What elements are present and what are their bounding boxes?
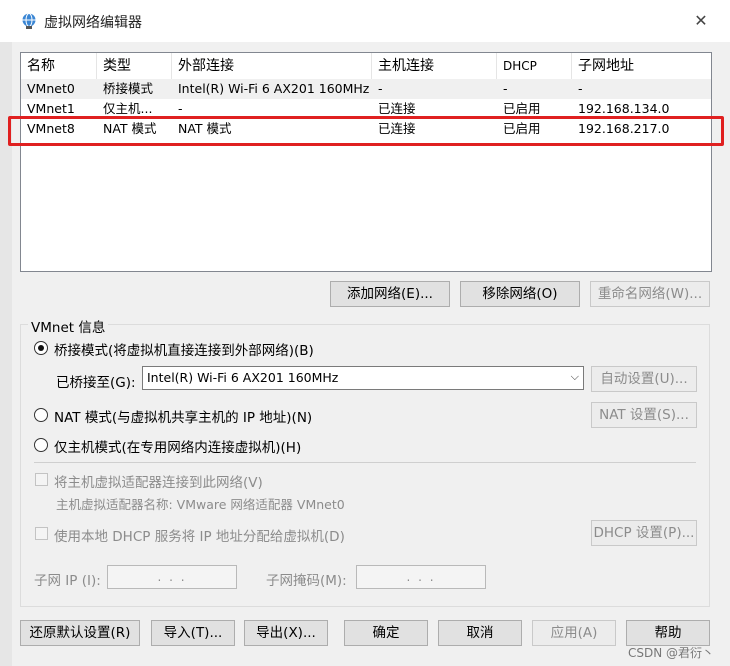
group-title: VMnet 信息 bbox=[28, 316, 109, 336]
highlight-box bbox=[8, 116, 724, 146]
watermark-text: CSDN @君衍丶 bbox=[628, 646, 715, 660]
network-globe-icon bbox=[22, 13, 36, 29]
column-type[interactable]: 类型 bbox=[97, 53, 172, 79]
column-external[interactable]: 外部连接 bbox=[172, 53, 372, 79]
close-icon[interactable]: ✕ bbox=[690, 10, 712, 32]
column-host[interactable]: 主机连接 bbox=[372, 53, 497, 79]
nat-settings-button[interactable]: NAT 设置(S)... bbox=[591, 402, 697, 428]
connect-adapter-checkbox[interactable] bbox=[35, 473, 48, 486]
cell-name: VMnet0 bbox=[27, 81, 75, 96]
window-title: 虚拟网络编辑器 bbox=[44, 15, 142, 31]
subnet-ip-input[interactable]: . . . bbox=[107, 565, 237, 589]
connect-adapter-label[interactable]: 将主机虚拟适配器连接到此网络(V) bbox=[54, 471, 263, 491]
cell-external: Intel(R) Wi-Fi 6 AX201 160MHz bbox=[178, 81, 370, 96]
chevron-down-icon: ⌵ bbox=[570, 370, 579, 383]
bridged-label[interactable]: 桥接模式(将虚拟机直接连接到外部网络)(B) bbox=[54, 339, 314, 359]
cell-host: - bbox=[378, 81, 383, 96]
cell-type: 桥接模式 bbox=[103, 81, 154, 96]
dhcp-label[interactable]: 使用本地 DHCP 服务将 IP 地址分配给虚拟机(D) bbox=[54, 525, 345, 545]
dhcp-checkbox[interactable] bbox=[35, 527, 48, 540]
column-name[interactable]: 名称 bbox=[21, 53, 97, 79]
divider bbox=[34, 462, 696, 463]
bridged-to-label: 已桥接至(G): bbox=[56, 375, 136, 391]
nat-radio[interactable] bbox=[34, 408, 48, 422]
rename-network-button[interactable]: 重命名网络(W)... bbox=[590, 281, 710, 307]
nat-label[interactable]: NAT 模式(与虚拟机共享主机的 IP 地址)(N) bbox=[54, 406, 312, 426]
adapter-name-label: 主机虚拟适配器名称: VMware 网络适配器 VMnet0 bbox=[56, 497, 345, 512]
subnet-mask-label: 子网掩码(M): bbox=[266, 573, 347, 589]
add-network-button[interactable]: 添加网络(E)... bbox=[330, 281, 450, 307]
cancel-button[interactable]: 取消 bbox=[438, 620, 522, 646]
export-button[interactable]: 导出(X)... bbox=[244, 620, 328, 646]
hostonly-radio[interactable] bbox=[34, 438, 48, 452]
network-list[interactable]: 名称 类型 外部连接 主机连接 DHCP 子网地址 VMnet0 桥接模式 In… bbox=[20, 52, 712, 272]
hostonly-label[interactable]: 仅主机模式(在专用网络内连接虚拟机)(H) bbox=[54, 436, 301, 456]
apply-button[interactable]: 应用(A) bbox=[532, 620, 616, 646]
column-dhcp[interactable]: DHCP bbox=[497, 53, 572, 79]
cell-subnet: - bbox=[578, 81, 583, 96]
ok-button[interactable]: 确定 bbox=[344, 620, 428, 646]
bridged-radio[interactable] bbox=[34, 341, 48, 355]
list-header: 名称 类型 外部连接 主机连接 DHCP 子网地址 bbox=[21, 53, 711, 79]
bridged-to-select[interactable]: Intel(R) Wi-Fi 6 AX201 160MHz ⌵ bbox=[142, 366, 584, 390]
table-row[interactable]: VMnet0 桥接模式 Intel(R) Wi-Fi 6 AX201 160MH… bbox=[21, 79, 711, 99]
auto-settings-button[interactable]: 自动设置(U)... bbox=[591, 366, 697, 392]
cell-dhcp: - bbox=[503, 81, 508, 96]
import-button[interactable]: 导入(T)... bbox=[151, 620, 235, 646]
help-button[interactable]: 帮助 bbox=[626, 620, 710, 646]
remove-network-button[interactable]: 移除网络(O) bbox=[460, 281, 580, 307]
restore-defaults-button[interactable]: 还原默认设置(R) bbox=[20, 620, 140, 646]
bridged-to-value: Intel(R) Wi-Fi 6 AX201 160MHz bbox=[147, 370, 339, 385]
subnet-mask-input[interactable]: . . . bbox=[356, 565, 486, 589]
column-subnet[interactable]: 子网地址 bbox=[572, 53, 711, 79]
dhcp-settings-button[interactable]: DHCP 设置(P)... bbox=[591, 520, 697, 546]
subnet-ip-label: 子网 IP (I): bbox=[34, 573, 101, 589]
